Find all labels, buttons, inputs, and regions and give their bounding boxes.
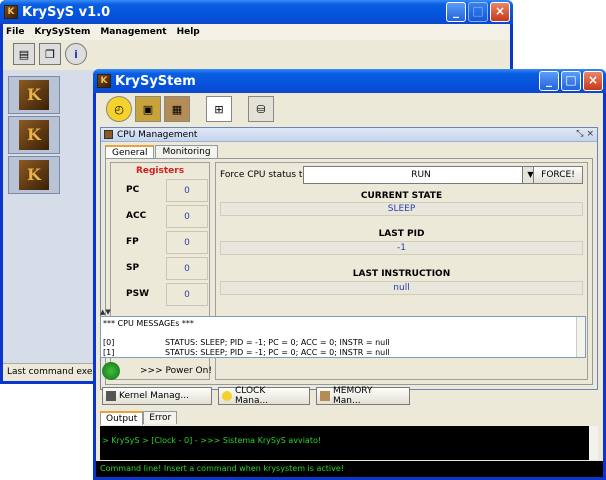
kernel-manager-button[interactable]: Kernel Manag...: [102, 387, 212, 405]
process-icon[interactable]: K: [8, 76, 60, 114]
register-value: 0: [166, 283, 208, 306]
clock-manager-button[interactable]: CLOCK Mana...: [218, 386, 310, 406]
menubar: File KrySyStem Management Help: [3, 24, 510, 40]
info-icon[interactable]: i: [65, 43, 87, 65]
last-instruction-label: LAST INSTRUCTION: [352, 269, 451, 279]
register-row-sp: SP 0: [111, 257, 211, 281]
krysys-app-icon: K: [4, 5, 18, 19]
krysystem-toolbar: ◴ ▣ ▦ ⊞ ⛁: [106, 95, 274, 123]
last-instruction-value: null: [220, 281, 583, 295]
krysystem-app-icon: K: [97, 74, 111, 88]
clock-manager-label: CLOCK Mana...: [235, 386, 269, 406]
menu-management[interactable]: Management: [100, 27, 166, 37]
register-row-pc: PC 0: [111, 179, 211, 203]
register-name: FP: [126, 237, 139, 247]
output-tabs: Output Error: [100, 411, 178, 425]
k-logo-icon: K: [19, 80, 49, 110]
register-value: 0: [166, 179, 208, 202]
current-state-label: CURRENT STATE: [360, 191, 443, 201]
register-name: PSW: [126, 289, 150, 299]
disk-icon[interactable]: ⛁: [248, 96, 274, 122]
close-button[interactable]: ×: [490, 2, 510, 22]
cpu-frame-titlebar[interactable]: CPU Management: [101, 128, 597, 142]
documents-icon[interactable]: ❐: [39, 43, 61, 65]
krysys-window-title: KrySyS v1.0: [22, 4, 111, 20]
k-logo-icon: K: [19, 160, 49, 190]
main-toolbar: ▤ ❐ i: [3, 40, 510, 68]
tab-error[interactable]: Error: [143, 411, 178, 424]
k-logo-icon: K: [19, 120, 49, 150]
force-status-value: RUN: [411, 170, 431, 180]
force-button[interactable]: FORCE!: [533, 166, 583, 184]
krysys-titlebar[interactable]: K KrySyS v1.0 _ □ ×: [0, 0, 513, 24]
registers-title: Registers: [135, 166, 185, 176]
force-status-select[interactable]: RUN ▼: [303, 166, 539, 184]
messages-scrollbar[interactable]: [576, 317, 585, 357]
cpu-messages-log[interactable]: *** CPU MESSAGEs *** [0] STATUS: SLEEP; …: [100, 316, 586, 358]
output-console[interactable]: > KrySyS > [Clock - 0] - >>> Sistema Kry…: [100, 426, 598, 460]
last-pid-label: LAST PID: [378, 229, 425, 239]
last-pid-value: -1: [220, 241, 583, 255]
console-scrollbar[interactable]: [589, 426, 598, 460]
message-text: STATUS: SLEEP; PID = -1; PC = 0; ACC = 0…: [165, 348, 390, 357]
power-status-row: >>> Power On!: [102, 361, 212, 381]
force-status-label: Force CPU status to...: [220, 170, 317, 180]
krysystem-window: K KrySyStem _ □ × ◴ ▣ ▦ ⊞ ⛁ CPU Manageme…: [93, 69, 606, 480]
messages-header: *** CPU MESSAGEs ***: [103, 319, 194, 328]
power-status-text: >>> Power On!: [140, 366, 212, 376]
memory-icon[interactable]: ▦: [164, 96, 190, 122]
register-name: SP: [126, 263, 140, 273]
register-row-psw: PSW 0: [111, 283, 211, 307]
register-row-acc: ACC 0: [111, 205, 211, 229]
clock-icon: [222, 391, 232, 401]
maximize-button[interactable]: □: [561, 71, 581, 91]
current-state-value: SLEEP: [220, 202, 583, 216]
menu-help[interactable]: Help: [177, 27, 200, 37]
menu-krysystem[interactable]: KrySyStem: [34, 27, 90, 37]
clover-icon: [102, 362, 120, 380]
cpu-frame-title: CPU Management: [117, 129, 198, 140]
process-icon[interactable]: K: [8, 116, 60, 154]
manager-launchers: Kernel Manag... CLOCK Mana... MEMORY Man…: [102, 386, 410, 406]
command-line-input[interactable]: Command line! Insert a command when krys…: [96, 461, 603, 477]
minimize-button[interactable]: _: [539, 71, 559, 91]
kernel-manager-label: Kernel Manag...: [119, 391, 189, 401]
tab-output[interactable]: Output: [100, 411, 144, 425]
register-value: 0: [166, 257, 208, 280]
register-value: 0: [166, 231, 208, 254]
close-button[interactable]: ×: [583, 71, 603, 91]
krysystem-titlebar[interactable]: K KrySyStem _ □ ×: [93, 69, 606, 93]
process-icon[interactable]: K: [8, 156, 60, 194]
memory-icon: [320, 391, 330, 401]
register-row-fp: FP 0: [111, 231, 211, 255]
memory-manager-button[interactable]: MEMORY Man...: [316, 386, 410, 406]
maximize-button[interactable]: □: [468, 2, 488, 22]
tab-general[interactable]: General: [105, 145, 155, 159]
console-line: > KrySyS > [Clock - 0] - >>> Sistema Kry…: [102, 436, 322, 445]
windows-icon[interactable]: ⊞: [206, 96, 232, 122]
restore-icon[interactable]: ⤡: [576, 129, 583, 139]
tab-monitoring[interactable]: Monitoring: [155, 145, 218, 158]
new-icon[interactable]: ▤: [13, 43, 35, 65]
minimize-button[interactable]: _: [446, 2, 466, 22]
memory-manager-label: MEMORY Man...: [333, 386, 373, 406]
krysystem-window-title: KrySyStem: [115, 73, 196, 89]
cpu-frame-icon: [104, 130, 113, 139]
message-text: STATUS: SLEEP; PID = -1; PC = 0; ACC = 0…: [165, 338, 390, 347]
message-index: [1]: [103, 348, 115, 357]
split-pane-divider[interactable]: ▲▼: [100, 309, 599, 316]
menu-file[interactable]: File: [6, 27, 24, 37]
close-icon[interactable]: ×: [586, 129, 594, 139]
cpu-icon[interactable]: ▣: [135, 96, 161, 122]
clock-icon[interactable]: ◴: [106, 96, 132, 122]
message-index: [0]: [103, 338, 115, 347]
register-name: PC: [126, 185, 140, 195]
register-value: 0: [166, 205, 208, 228]
kernel-icon: [106, 391, 116, 401]
register-name: ACC: [126, 211, 147, 221]
